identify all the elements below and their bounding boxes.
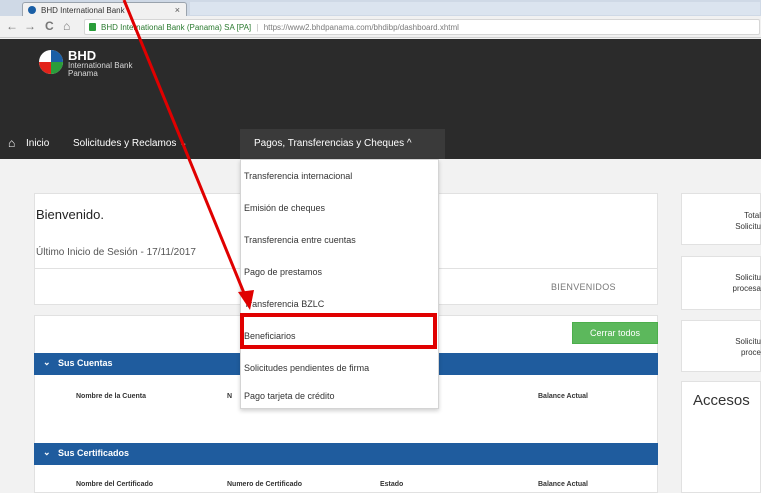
home-icon[interactable]: ⌂ xyxy=(63,19,70,33)
menu-item-emision-cheques[interactable]: Emisión de cheques xyxy=(241,194,438,224)
nav-item-solicitudes[interactable]: Solicitudes y Reclamos ⌄ xyxy=(73,138,188,149)
certificates-panel-title: Sus Certificados xyxy=(58,448,130,458)
browser-toolbar: ← → C ⌂ BHD International Bank (Panama) … xyxy=(0,16,761,38)
side-card-2-line-1: Solicitu xyxy=(735,273,761,282)
menu-item-pago-prestamos[interactable]: Pago de prestamos xyxy=(241,258,438,288)
chevron-down-icon: ⌄ xyxy=(43,447,51,457)
side-card-3-line-1: Solicitu xyxy=(735,337,761,346)
accounts-col-name: Nombre de la Cuenta xyxy=(76,393,147,400)
reload-icon[interactable]: C xyxy=(45,19,54,33)
menu-item-transferencia-internacional[interactable]: Transferencia internacional xyxy=(241,162,438,192)
last-login-text: Último Inicio de Sesión - 17/11/2017 xyxy=(36,247,196,258)
side-card-requests-processing[interactable] xyxy=(681,256,761,310)
side-card-1-line-1: Total xyxy=(744,211,761,220)
menu-item-pago-tarjeta[interactable]: Pago tarjeta de crédito xyxy=(241,382,438,412)
payments-dropdown-menu: Transferencia internacional Emisión de c… xyxy=(240,159,439,409)
certificates-col-name: Nombre del Certificado xyxy=(76,481,154,488)
screenshot: BHD International Bank × ← → C ⌂ BHD Int… xyxy=(0,0,761,493)
browser-tabstrip: BHD International Bank × xyxy=(0,0,761,17)
certificates-col-status: Estado xyxy=(380,481,404,488)
back-icon[interactable]: ← xyxy=(6,19,18,33)
nav-item-inicio[interactable]: Inicio xyxy=(26,138,49,149)
url-text: https://www2.bhdpanama.com/bhdibp/dashbo… xyxy=(263,23,459,32)
accounts-panel-title: Sus Cuentas xyxy=(58,358,113,368)
side-card-2-line-2: procesa xyxy=(732,284,761,293)
certificates-col-number: Numero de Certificado xyxy=(227,481,303,488)
forward-icon[interactable]: → xyxy=(24,19,36,33)
nav-item-pagos-label: Pagos, Transferencias y Cheques xyxy=(254,138,405,149)
chevron-down-icon: ⌄ xyxy=(179,138,188,149)
menu-item-solicitudes-pendientes[interactable]: Solicitudes pendientes de firma xyxy=(241,354,438,384)
side-card-3-line-2: proce xyxy=(740,348,761,357)
url-separator: | xyxy=(256,23,259,32)
accesos-title: Accesos xyxy=(693,392,750,409)
main-nav: ⌂ Inicio Solicitudes y Reclamos ⌄ Pagos,… xyxy=(0,129,761,159)
welcome-title: Bienvenido. xyxy=(36,207,104,222)
tab-close-icon[interactable]: × xyxy=(175,5,180,15)
bhd-logo-icon[interactable] xyxy=(38,49,64,75)
brand-logo-text: BHD International Bank Panama xyxy=(68,49,133,78)
browser-tab[interactable]: BHD International Bank × xyxy=(22,2,187,17)
accounts-col-number: N xyxy=(227,393,233,400)
certificates-panel-header[interactable]: ⌄ Sus Certificados xyxy=(34,443,658,465)
home-nav-icon[interactable]: ⌂ xyxy=(8,136,15,150)
menu-item-transferencia-entre-cuentas[interactable]: Transferencia entre cuentas xyxy=(241,226,438,256)
side-card-1-line-2: Solicitu xyxy=(735,222,761,231)
accounts-col-balance: Balance Actual xyxy=(538,393,588,400)
chevron-down-icon: ⌄ xyxy=(43,357,51,367)
favicon-icon xyxy=(28,6,36,14)
side-card-requests-processed[interactable] xyxy=(681,320,761,372)
welcome-banner: BIENVENIDOS xyxy=(551,282,616,292)
blurred-tab-area xyxy=(190,2,760,15)
certificates-col-balance: Balance Actual xyxy=(538,481,588,488)
brand-line-2: Panama xyxy=(68,69,98,78)
nav-item-solicitudes-label: Solicitudes y Reclamos xyxy=(73,138,177,149)
address-bar[interactable]: BHD International Bank (Panama) SA [PA] … xyxy=(84,19,760,35)
tab-title: BHD International Bank xyxy=(41,6,125,15)
close-all-button[interactable]: Cerrar todos xyxy=(572,322,658,344)
nav-item-pagos[interactable]: Pagos, Transferencias y Cheques ^ xyxy=(254,138,412,149)
highlight-box-annotation xyxy=(240,313,437,349)
chevron-up-icon: ^ xyxy=(406,138,412,149)
secure-site-label: BHD International Bank (Panama) SA [PA] xyxy=(101,23,252,32)
lock-icon xyxy=(89,23,96,31)
